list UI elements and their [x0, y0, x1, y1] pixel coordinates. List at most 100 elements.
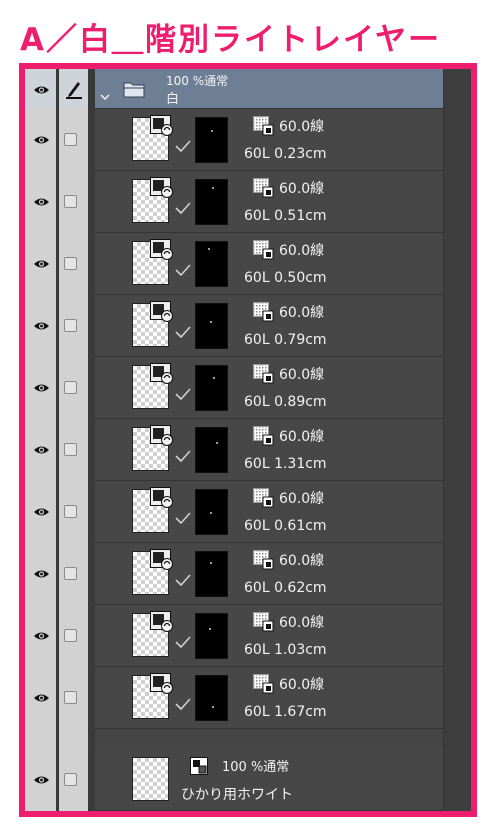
layer-thumbnail	[132, 757, 169, 801]
layer-name: 60L 1.67cm	[244, 704, 327, 720]
page-title: A／白＿階別ライトレイヤー	[20, 22, 442, 58]
eye-icon[interactable]	[33, 321, 50, 331]
folder-icon	[123, 80, 145, 98]
layer-mode-value: 60.0線	[279, 367, 325, 383]
tone-layer-icon	[253, 426, 275, 446]
layer-mask-thumbnail	[195, 303, 228, 349]
vector-layer-icon	[150, 425, 174, 447]
eye-icon[interactable]	[33, 259, 50, 269]
eye-icon[interactable]	[33, 197, 50, 207]
lock-checkbox[interactable]	[64, 133, 77, 146]
lock-checkbox[interactable]	[64, 381, 77, 394]
tone-layer-icon	[253, 674, 275, 694]
lock-checkbox[interactable]	[64, 691, 77, 704]
lock-checkbox[interactable]	[64, 443, 77, 456]
checkmark-icon	[175, 571, 191, 587]
layer-row[interactable]: 60.0線 60L 1.67cm	[25, 667, 443, 729]
vector-layer-icon	[150, 611, 174, 633]
eye-icon[interactable]	[33, 507, 50, 517]
checkmark-icon	[175, 633, 191, 649]
lock-checkbox[interactable]	[64, 773, 77, 786]
layer-name: 60L 1.31cm	[244, 456, 327, 472]
layer-row[interactable]: 60.0線 60L 1.31cm	[25, 419, 443, 481]
layer-mode-value: 60.0線	[279, 615, 325, 631]
layer-name: 60L 0.50cm	[244, 270, 327, 286]
tone-layer-icon	[253, 364, 275, 384]
layer-mode-value: 60.0線	[279, 553, 325, 569]
layer-mask-thumbnail	[195, 613, 228, 659]
layer-name: 60L 0.51cm	[244, 208, 327, 224]
eye-icon[interactable]	[33, 631, 50, 641]
layer-row[interactable]: 60.0線 60L 0.61cm	[25, 481, 443, 543]
layer-mask-thumbnail	[195, 117, 228, 163]
layer-name: 60L 0.62cm	[244, 580, 327, 596]
layer-mask-thumbnail	[195, 675, 228, 721]
tone-layer-icon	[253, 612, 275, 632]
tone-layer-icon	[253, 240, 275, 260]
vector-layer-icon	[150, 487, 174, 509]
layer-mode-value: 60.0線	[279, 429, 325, 445]
vector-layer-icon	[150, 239, 174, 261]
scrollbar[interactable]	[443, 69, 471, 811]
layer-mode-value: 60.0線	[279, 305, 325, 321]
tone-layer-icon	[253, 302, 275, 322]
vector-layer-icon	[150, 115, 174, 137]
layer-mask-thumbnail	[195, 427, 228, 473]
layer-name: ひかり用ホワイト	[181, 787, 293, 803]
raster-layer-icon	[190, 757, 208, 775]
layer-mode-value: 60.0線	[279, 181, 325, 197]
layer-mode-value: 60.0線	[279, 119, 325, 135]
checkmark-icon	[175, 261, 191, 277]
tone-layer-icon	[253, 488, 275, 508]
eye-icon[interactable]	[33, 775, 50, 785]
eye-icon[interactable]	[33, 135, 50, 145]
vector-layer-icon	[150, 363, 174, 385]
lock-checkbox[interactable]	[64, 319, 77, 332]
vector-layer-icon	[150, 177, 174, 199]
eye-icon[interactable]	[33, 383, 50, 393]
tone-layer-icon	[253, 116, 275, 136]
layer-mask-thumbnail	[195, 365, 228, 411]
lock-checkbox[interactable]	[64, 629, 77, 642]
layer-mask-thumbnail	[195, 179, 228, 225]
checkmark-icon	[175, 323, 191, 339]
eye-icon[interactable]	[33, 569, 50, 579]
layer-name: 60L 0.61cm	[244, 518, 327, 534]
lock-checkbox[interactable]	[64, 195, 77, 208]
vector-layer-icon	[150, 549, 174, 571]
layer-mode-value: 60.0線	[279, 677, 325, 693]
eye-icon[interactable]	[33, 693, 50, 703]
lock-checkbox[interactable]	[64, 567, 77, 580]
layer-row[interactable]: 60.0線 60L 0.89cm	[25, 357, 443, 419]
layer-panel-frame: 100 %通常 白 60.0線 60L 0.23cm 60.0線 60L 0.51cm…	[19, 63, 477, 817]
layer-row[interactable]: 60.0線 60L 0.51cm	[25, 171, 443, 233]
layer-row[interactable]: 60.0線 60L 0.50cm	[25, 233, 443, 295]
chevron-down-icon[interactable]	[100, 86, 110, 101]
folder-opacity-mode: 100 %通常	[166, 74, 229, 88]
layer-row[interactable]: 60.0線 60L 0.79cm	[25, 295, 443, 357]
layer-panel: 100 %通常 白 60.0線 60L 0.23cm 60.0線 60L 0.51cm…	[25, 69, 471, 811]
layer-name: 60L 0.89cm	[244, 394, 327, 410]
layer-mode-value: 60.0線	[279, 243, 325, 259]
eye-icon[interactable]	[33, 445, 50, 455]
checkmark-icon	[175, 385, 191, 401]
checkmark-icon	[175, 695, 191, 711]
layer-mode-value: 60.0線	[279, 491, 325, 507]
checkmark-icon	[175, 137, 191, 153]
layer-row[interactable]: 60.0線 60L 0.23cm	[25, 109, 443, 171]
pen-icon[interactable]	[65, 79, 83, 99]
lock-checkbox[interactable]	[64, 505, 77, 518]
layer-name: 60L 1.03cm	[244, 642, 327, 658]
layer-opacity-mode: 100 %通常	[222, 760, 290, 775]
eye-icon[interactable]	[33, 85, 50, 95]
layer-row[interactable]: 60.0線 60L 1.03cm	[25, 605, 443, 667]
layer-folder-row[interactable]: 100 %通常 白	[25, 69, 443, 109]
layer-name: 60L 0.23cm	[244, 146, 327, 162]
tone-layer-icon	[253, 178, 275, 198]
layer-mask-thumbnail	[195, 241, 228, 287]
layer-row[interactable]: 60.0線 60L 0.62cm	[25, 543, 443, 605]
checkmark-icon	[175, 509, 191, 525]
layer-row-white-light[interactable]: 100 %通常 ひかり用ホワイト	[25, 749, 443, 811]
folder-name: 白	[166, 92, 180, 107]
lock-checkbox[interactable]	[64, 257, 77, 270]
